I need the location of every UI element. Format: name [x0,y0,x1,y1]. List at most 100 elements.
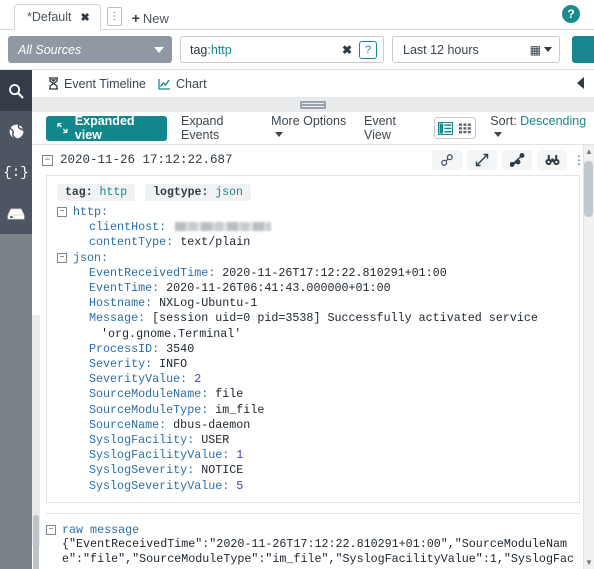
query-help-icon[interactable]: ? [359,40,377,59]
event-view-toggle[interactable] [434,117,477,139]
expand-events-button[interactable]: Expand Events [181,114,257,142]
field-key: SyslogSeverity: [89,463,195,478]
field-key: contentType: [89,235,174,250]
search-input[interactable]: tag:http ✖ ? [180,36,384,63]
timeline-bar: Event Timeline Chart [32,70,594,98]
event-tag-chips: tag: http logtype: json [57,184,569,201]
inner-scrollbar-thumb[interactable] [33,515,39,569]
more-options-button[interactable]: More Options [271,114,350,142]
scroll-down-icon[interactable]: ▼ [585,558,593,567]
field-value: NXLog-Ubuntu-1 [159,296,258,311]
inner-scrollbar-track[interactable] [32,315,40,569]
raw-message-block: − raw message {"EventReceivedTime":"2020… [46,512,580,569]
field-value: text/plain [180,235,251,250]
event-collapse-toggle[interactable]: − [42,154,53,166]
event-scroll-area: − 2020-11-26 17:12:22.687 ⋮ tag: http lo… [32,145,594,569]
field-row: Hostname: NXLog-Ubuntu-1 [57,296,569,311]
search-bar: All Sources tag:http ✖ ? Last 12 hours ▦ [0,30,594,70]
content-area: Event Timeline Chart Expanded view Expan… [32,70,594,569]
hourglass-icon [48,77,59,90]
chip-logtype[interactable]: logtype: json [145,184,251,201]
grid-view-icon[interactable] [455,118,475,138]
chip-tag[interactable]: tag: http [57,184,136,201]
group-collapse-toggle[interactable]: − [57,252,67,263]
field-row: SourceName: dbus-daemon [57,418,569,433]
field-key: SeverityValue: [89,372,188,387]
field-group-json[interactable]: − json: [57,251,569,266]
field-key: ProcessID: [89,341,160,356]
field-value: file [215,387,244,402]
field-row: SeverityValue: 2 [57,372,569,387]
field-key: SyslogFacilityValue: [89,448,230,463]
event-view-label: Event View [364,114,396,142]
drag-handle[interactable] [300,101,326,109]
rail-item-braces[interactable]: {:} [0,152,32,193]
share-graph-icon[interactable] [502,150,532,170]
link-icon[interactable] [432,150,462,170]
clear-icon[interactable]: ✖ [342,43,352,57]
field-key: Message: [89,311,146,326]
raw-collapse-toggle[interactable]: − [46,524,56,535]
event-timeline-toggle[interactable]: Event Timeline [48,77,146,91]
field-row: Message: [session uid=0 pid=3538] Succes… [57,311,569,326]
search-icon [9,83,24,98]
field-row: contentType: text/plain [57,235,569,250]
help-icon[interactable]: ? [562,5,580,23]
calendar-icon: ▦ [529,42,541,57]
sources-select[interactable]: All Sources [8,36,172,63]
time-range-picker[interactable]: Last 12 hours ▦ [392,36,560,63]
rail-item-database[interactable] [0,193,32,234]
field-row: clientHost: [57,220,569,235]
field-row: Severity: INFO [57,357,569,372]
query-value: :http [207,42,232,57]
group-collapse-toggle[interactable]: − [57,207,67,217]
tab-menu-button[interactable]: ⋮ [106,7,122,26]
field-key: SourceModuleName: [89,387,209,402]
event-toolbar: Expanded view Expand Events More Options… [32,112,594,145]
list-view-icon[interactable] [435,118,456,138]
scroll-up-icon[interactable]: ▲ [585,147,593,156]
field-row: ProcessID: 3540 [57,342,569,357]
new-tab-button[interactable]: + New [132,10,169,26]
binoculars-icon[interactable] [537,150,567,170]
new-tab-label: New [142,10,169,26]
field-row: SyslogSeverity: NOTICE [57,463,569,478]
tab-label: *Default [27,10,72,24]
plus-icon: + [131,10,140,26]
field-key: SourceName: [89,417,167,432]
search-submit-button[interactable] [572,36,594,63]
close-icon[interactable]: ✖ [80,11,89,24]
raw-message-header[interactable]: − raw message [46,523,580,537]
field-row: SyslogFacilityValue: 1 [57,448,569,463]
chart-toggle[interactable]: Chart [158,77,207,91]
field-value: 2020-11-26T17:12:22.810291+01:00 [222,265,447,280]
expand-icon[interactable] [467,150,497,170]
vertical-scrollbar[interactable]: ▲ ▼ [583,145,594,569]
rail-item-search[interactable] [0,70,32,111]
field-row: SourceModuleType: im_file [57,403,569,418]
sort-dropdown[interactable]: Sort: Descending [490,114,588,142]
rail-buttons: {:} [0,70,32,234]
chip-value: http [99,186,128,199]
rail-item-globe[interactable] [0,111,32,152]
collapse-panel-icon[interactable] [577,77,584,89]
query-key: tag [190,42,208,57]
field-value: NOTICE [201,463,244,478]
tab-default[interactable]: *Default ✖ [14,4,101,30]
field-key: clientHost: [89,220,167,235]
field-row: EventTime: 2020-11-26T06:41:43.000000+01… [57,281,569,296]
field-value: USER [201,433,230,448]
field-row: SourceModuleName: file [57,387,569,402]
query-text: tag:http [190,43,342,57]
group-name: http: [73,205,109,219]
chart-label: Chart [175,76,207,91]
field-group-http[interactable]: − http: [57,205,569,220]
expanded-view-button[interactable]: Expanded view [46,114,167,142]
chevron-down-icon [544,47,552,52]
calendar-dropdown[interactable]: ▦ [530,43,552,57]
time-range-label: Last 12 hours [403,42,479,57]
raw-message-text: {"EventReceivedTime":"2020-11-26T17:12:2… [62,536,574,569]
redacted-value [175,222,272,232]
chip-key: tag [65,186,86,199]
scrollbar-thumb[interactable] [584,161,593,217]
